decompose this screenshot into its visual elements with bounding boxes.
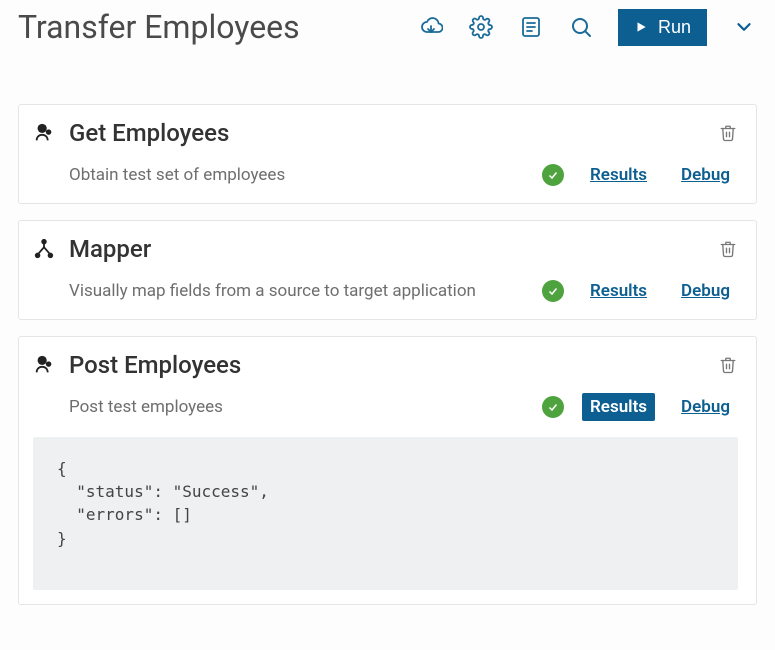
status-success-icon — [542, 164, 564, 186]
step-mapper: Mapper Visually map fields from a source… — [18, 220, 757, 320]
toolbar: Run — [418, 9, 757, 46]
status-success-icon — [542, 280, 564, 302]
delete-icon[interactable] — [718, 355, 738, 375]
step-title: Get Employees — [69, 119, 229, 147]
step-head-icon — [33, 122, 55, 144]
results-link[interactable]: Results — [582, 393, 655, 421]
step-description: Visually map fields from a source to tar… — [69, 281, 524, 301]
step-description: Obtain test set of employees — [69, 165, 524, 185]
step-description: Post test employees — [69, 397, 524, 417]
search-icon[interactable] — [568, 14, 594, 40]
header: Transfer Employees — [18, 0, 757, 64]
step-mapper-icon — [33, 238, 55, 260]
delete-icon[interactable] — [718, 123, 738, 143]
debug-link[interactable]: Debug — [673, 393, 738, 421]
page-title: Transfer Employees — [18, 8, 300, 46]
chevron-down-icon[interactable] — [731, 14, 757, 40]
status-success-icon — [542, 396, 564, 418]
cloud-download-icon[interactable] — [418, 14, 444, 40]
log-icon[interactable] — [518, 14, 544, 40]
debug-link[interactable]: Debug — [673, 161, 738, 189]
step-get-employees: Get Employees Obtain test set of employe… — [18, 104, 757, 204]
results-link[interactable]: Results — [582, 277, 655, 305]
step-title: Post Employees — [69, 351, 241, 379]
run-button-label: Run — [658, 17, 691, 38]
debug-link[interactable]: Debug — [673, 277, 738, 305]
step-title: Mapper — [69, 235, 151, 263]
gear-icon[interactable] — [468, 14, 494, 40]
results-payload: { "status": "Success", "errors": [] } — [33, 437, 738, 590]
step-head-icon — [33, 354, 55, 376]
delete-icon[interactable] — [718, 239, 738, 259]
run-button[interactable]: Run — [618, 9, 707, 46]
results-link[interactable]: Results — [582, 161, 655, 189]
steps-list: Get Employees Obtain test set of employe… — [18, 104, 757, 605]
step-post-employees: Post Employees Post test employees Resul… — [18, 336, 757, 605]
